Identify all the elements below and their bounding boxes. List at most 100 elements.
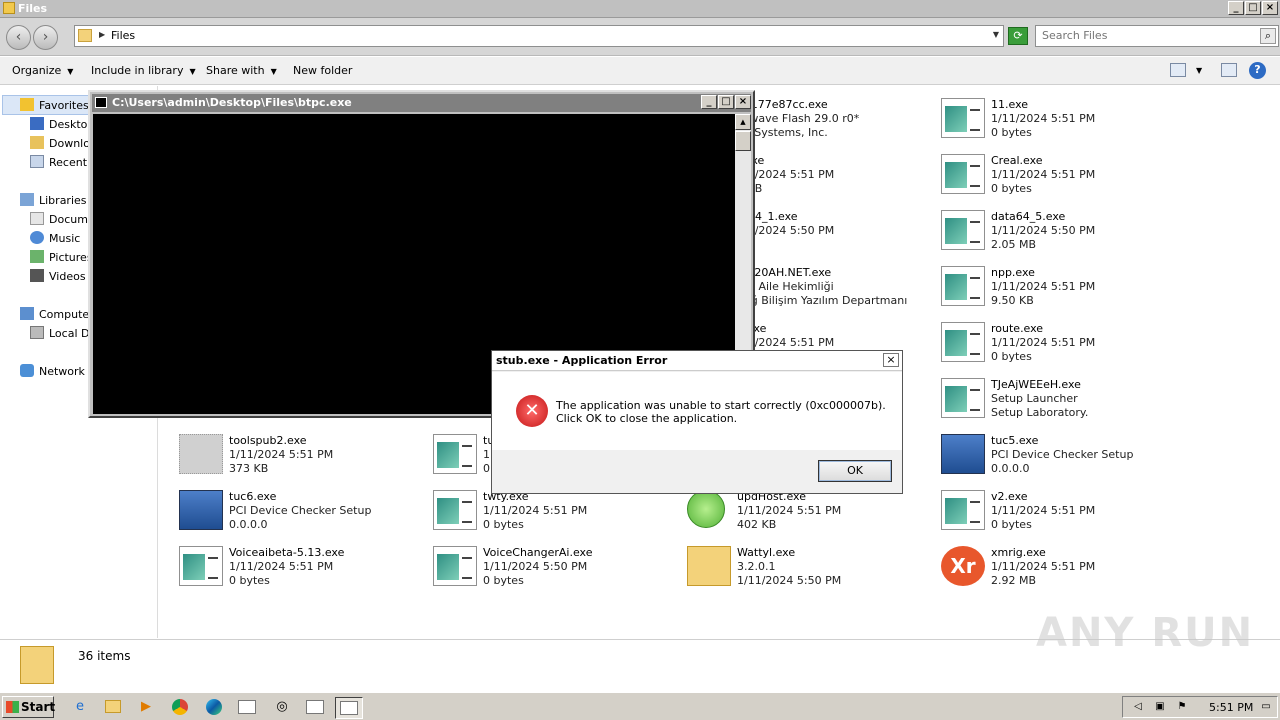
file-detail: 2.05 MB [991, 238, 1037, 251]
xmrig-icon: Xr [941, 546, 985, 586]
search-box[interactable]: ⌕ [1035, 25, 1279, 47]
taskbar-app-icon[interactable] [301, 697, 329, 719]
console-minimize-button[interactable]: _ [701, 95, 717, 109]
file-item[interactable]: Wattyl.exe 3.2.0.1 1/11/2024 5:50 PM [687, 544, 937, 596]
start-button[interactable]: Start [2, 696, 55, 718]
application-icon [179, 546, 223, 586]
taskbar-settings-icon[interactable]: ◎ [268, 697, 296, 719]
show-desktop-icon[interactable]: ▭ [1259, 701, 1273, 713]
file-name: route.exe [991, 322, 1044, 335]
scroll-up-icon[interactable]: ▲ [735, 114, 751, 130]
file-detail: PCI Device Checker Setup [229, 504, 372, 517]
file-name: npp.exe [991, 266, 1035, 279]
refresh-icon[interactable]: ⟳ [1008, 27, 1028, 45]
file-explorer-icon[interactable] [99, 697, 127, 719]
file-detail: 1/11/2024 5:50 PM [737, 574, 842, 587]
file-item[interactable]: 11.exe 1/11/2024 5:51 PM 0 bytes [941, 96, 1191, 148]
error-dialog-title-bar[interactable]: stub.exe - Application Error × [492, 351, 902, 371]
nav-music[interactable]: Music [30, 231, 80, 249]
volume-icon[interactable]: ◁ [1131, 701, 1145, 713]
nav-libraries-label: Libraries [39, 194, 87, 207]
ok-button[interactable]: OK [818, 460, 892, 482]
application-icon [941, 322, 985, 362]
close-button[interactable]: × [1262, 1, 1278, 15]
forward-button[interactable]: › [33, 25, 58, 50]
address-bar[interactable]: ▶ Files ▼ [74, 25, 1004, 47]
nav-desktop[interactable]: Desktop [30, 117, 94, 135]
search-input[interactable] [1042, 29, 1252, 42]
help-icon[interactable]: ? [1249, 62, 1266, 79]
error-dialog[interactable]: stub.exe - Application Error × ✕ The app… [491, 350, 903, 494]
action-center-flag-icon[interactable]: ⚑ [1175, 701, 1189, 713]
nav-favorites[interactable]: Favorites [20, 98, 89, 116]
chevron-down-icon[interactable]: ▼ [993, 30, 999, 39]
clock[interactable]: 5:51 PM [1209, 701, 1253, 714]
file-detail: 1/11/2024 5:51 PM [991, 504, 1096, 517]
error-dialog-close-button[interactable]: × [883, 353, 899, 367]
include-in-library-label: Include in library [91, 64, 184, 77]
nav-videos[interactable]: Videos [30, 269, 86, 287]
minimize-button[interactable]: _ [1228, 1, 1244, 15]
item-count: 36 items [78, 649, 131, 663]
back-button[interactable]: ‹ [6, 25, 31, 50]
console-maximize-button[interactable]: □ [718, 95, 734, 109]
file-item[interactable]: Voiceaibeta-5.13.exe 1/11/2024 5:51 PM 0 b… [179, 544, 429, 596]
internet-explorer-icon[interactable]: e [66, 697, 94, 719]
file-item[interactable]: toolspub2.exe 1/11/2024 5:51 PM 373 KB [179, 432, 429, 484]
console-title-bar[interactable]: C:\Users\admin\Desktop\Files\btpc.exe _ … [92, 94, 751, 112]
organize-label: Organize [12, 64, 62, 77]
file-item[interactable]: VoiceChangerAi.exe 1/11/2024 5:50 PM 0 byt… [433, 544, 683, 596]
nav-pictures[interactable]: Pictures [30, 250, 93, 268]
address-path[interactable]: Files [111, 29, 135, 42]
file-item[interactable]: Xr xmrig.exe 1/11/2024 5:51 PM 2.92 MB [941, 544, 1191, 596]
chrome-icon[interactable] [166, 697, 194, 719]
application-icon [433, 546, 477, 586]
application-icon [941, 266, 985, 306]
media-player-icon[interactable]: ▶ [132, 697, 160, 719]
breadcrumb-arrow-icon[interactable]: ▶ [99, 30, 105, 39]
file-item[interactable]: TJeAjWEEeH.exe Setup Launcher Setup Labora… [941, 376, 1191, 428]
file-item[interactable]: npp.exe 1/11/2024 5:51 PM 9.50 KB [941, 264, 1191, 316]
maximize-button[interactable]: □ [1245, 1, 1261, 15]
share-with-button[interactable]: Share with ▼ [206, 64, 277, 77]
explorer-title-bar[interactable]: Files _ □ × [0, 0, 1280, 18]
scroll-thumb[interactable] [735, 131, 751, 151]
file-detail: ckwave Flash 29.0 r0* [737, 112, 860, 125]
file-detail: 0 bytes [991, 126, 1032, 139]
nav-downloads[interactable]: Downloa [30, 136, 97, 154]
console-close-button[interactable]: × [735, 95, 751, 109]
application-icon [941, 490, 985, 530]
nav-network[interactable]: Network [20, 364, 85, 382]
nav-computer[interactable]: Computer [20, 307, 94, 325]
view-options-chevron-icon[interactable]: ▼ [1196, 66, 1202, 75]
organize-button[interactable]: Organize ▼ [12, 64, 73, 77]
file-item[interactable]: tuc5.exe PCI Device Checker Setup 0.0.0.0 [941, 432, 1191, 484]
edge-icon[interactable] [200, 697, 228, 719]
file-item[interactable]: route.exe 1/11/2024 5:51 PM 0 bytes [941, 320, 1191, 372]
change-view-icon[interactable] [1170, 63, 1186, 77]
file-item[interactable]: tuc6.exe PCI Device Checker Setup 0.0.0.0 [179, 488, 429, 540]
taskbar-app-icon[interactable] [233, 697, 261, 719]
nav-favorites-label: Favorites [39, 99, 89, 112]
file-item[interactable]: twty.exe 1/11/2024 5:51 PM 0 bytes [433, 488, 683, 540]
file-item[interactable]: data64_5.exe 1/11/2024 5:50 PM 2.05 MB [941, 208, 1191, 260]
nav-libraries[interactable]: Libraries [20, 193, 87, 211]
nav-local-disk[interactable]: Local Di [30, 326, 93, 344]
file-detail: 9.50 KB [991, 294, 1034, 307]
application-icon [941, 98, 985, 138]
file-item[interactable]: Creal.exe 1/11/2024 5:51 PM 0 bytes [941, 152, 1191, 204]
new-folder-button[interactable]: New folder [293, 64, 352, 77]
include-in-library-button[interactable]: Include in library ▼ [91, 64, 196, 77]
search-icon[interactable]: ⌕ [1260, 28, 1276, 44]
file-item[interactable]: updHost.exe 1/11/2024 5:51 PM 402 KB [687, 488, 937, 540]
network-tray-icon[interactable]: ▣ [1153, 701, 1167, 713]
file-detail: 373 KB [229, 462, 269, 475]
file-detail: Setup Launcher [991, 392, 1078, 405]
nav-recent[interactable]: Recent [30, 155, 87, 173]
file-item[interactable]: v2.exe 1/11/2024 5:51 PM 0 bytes [941, 488, 1191, 540]
file-name: v2.exe [991, 490, 1028, 503]
setup-installer-icon [179, 490, 223, 530]
preview-pane-icon[interactable] [1221, 63, 1237, 77]
taskbar-console-icon[interactable] [335, 697, 363, 719]
nav-documents[interactable]: Docume [30, 212, 95, 230]
